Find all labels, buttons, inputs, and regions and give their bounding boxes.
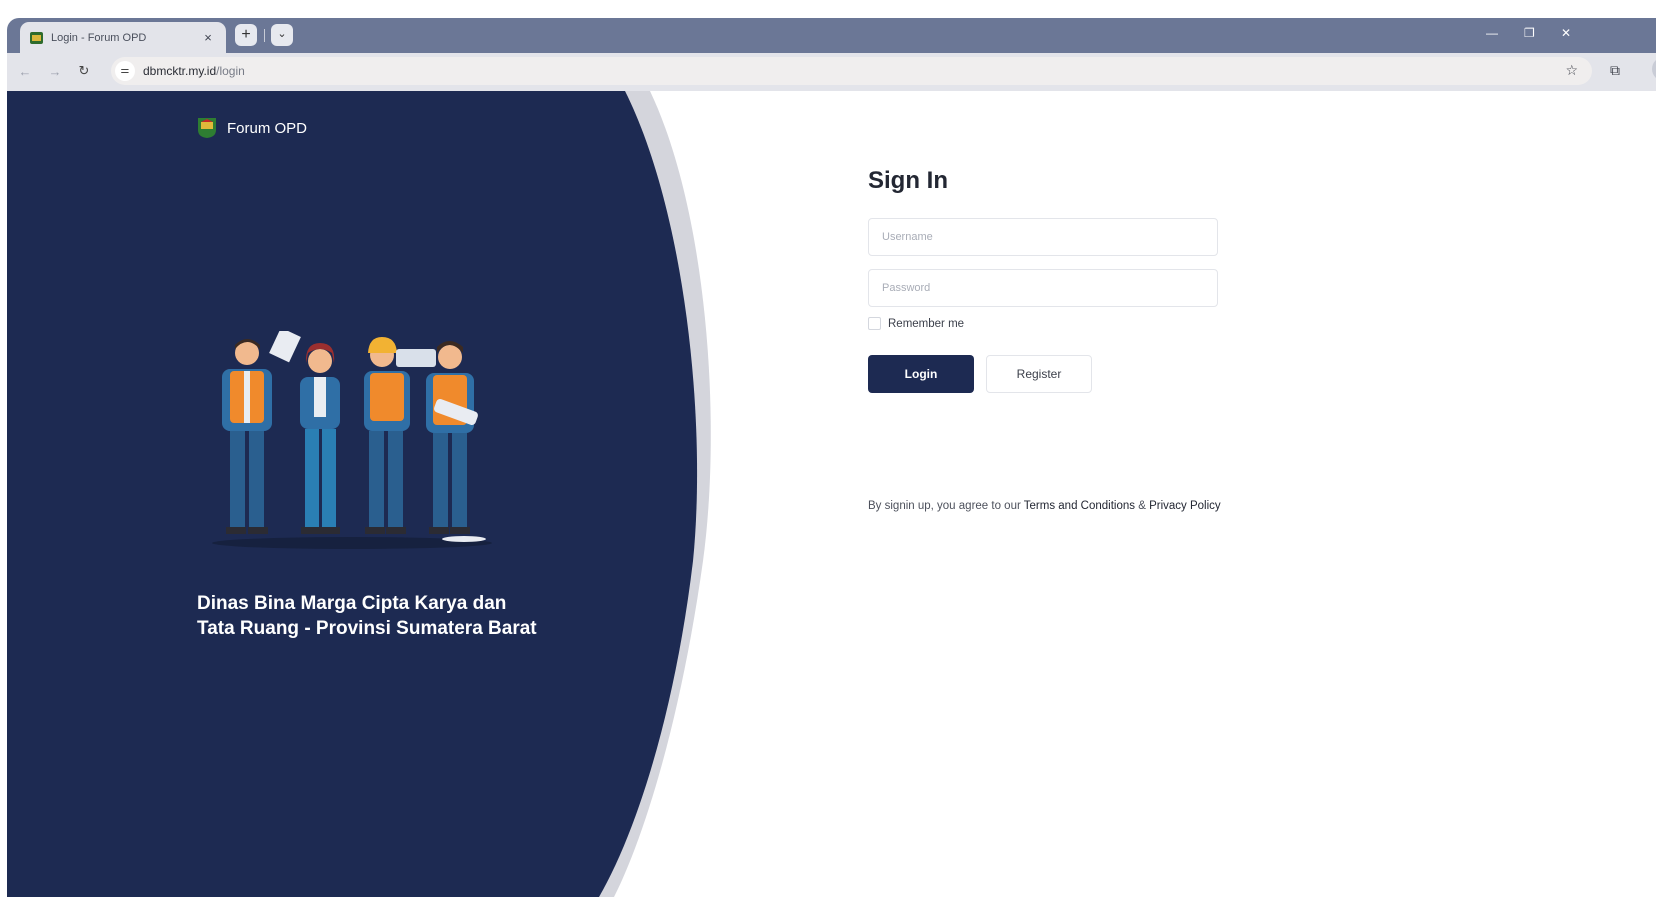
new-tab-button[interactable]: + bbox=[235, 24, 257, 46]
screenshot-frame: Login - Forum OPD × + ⌄ — ❐ ✕ ← → ↻ ⚌ db… bbox=[0, 0, 1656, 897]
forward-icon[interactable]: → bbox=[47, 64, 63, 79]
agency-name-line1: Dinas Bina Marga Cipta Karya dan bbox=[197, 593, 507, 614]
username-input[interactable] bbox=[868, 218, 1218, 256]
tab-close-icon[interactable]: × bbox=[200, 30, 216, 45]
site-info-icon[interactable]: ⚌ bbox=[115, 61, 135, 81]
signin-form: Sign In Remember me Login Register bbox=[868, 167, 1218, 393]
tab-strip: Login - Forum OPD × + ⌄ — ❐ ✕ bbox=[7, 18, 1656, 53]
browser-toolbar: ← → ↻ ⚌ dbmcktr.my.id /login ☆ bbox=[7, 53, 1656, 91]
reload-icon[interactable]: ↻ bbox=[76, 63, 92, 79]
chevron-down-icon: ⌄ bbox=[277, 28, 287, 40]
password-input[interactable] bbox=[868, 269, 1218, 307]
url-path: /login bbox=[216, 64, 245, 78]
signin-title: Sign In bbox=[868, 167, 948, 194]
page-content: Forum OPD Dinas Bina Marga Cipta Karya d… bbox=[7, 91, 1656, 897]
tab-title: Login - Forum OPD bbox=[51, 31, 147, 44]
button-row: Login Register bbox=[868, 355, 1218, 393]
remember-me: Remember me bbox=[868, 317, 1218, 330]
brand-logo-icon bbox=[198, 118, 216, 138]
minimize-icon[interactable]: — bbox=[1486, 26, 1498, 40]
url-host: dbmcktr.my.id bbox=[143, 64, 217, 78]
brand: Forum OPD bbox=[197, 117, 307, 139]
address-bar[interactable]: ⚌ dbmcktr.my.id /login ☆ bbox=[111, 57, 1592, 85]
remember-me-checkbox[interactable] bbox=[868, 317, 881, 330]
terms-prefix: By signin up, you agree to our bbox=[868, 500, 1024, 512]
remember-me-label[interactable]: Remember me bbox=[888, 318, 964, 330]
workers-illustration bbox=[212, 331, 492, 549]
terms-amp: & bbox=[1135, 500, 1150, 512]
tab-search-button[interactable]: ⌄ bbox=[271, 24, 293, 46]
browser-window: Login - Forum OPD × + ⌄ — ❐ ✕ ← → ↻ ⚌ db… bbox=[7, 18, 1656, 897]
brand-name: Forum OPD bbox=[227, 119, 308, 137]
tab-divider bbox=[264, 29, 265, 42]
terms-link[interactable]: Terms and Conditions bbox=[1024, 500, 1135, 512]
extensions-icon[interactable]: ⧉ bbox=[1610, 62, 1620, 79]
terms-notice: By signin up, you agree to our Terms and… bbox=[868, 500, 1221, 512]
favicon-icon bbox=[30, 31, 43, 44]
close-icon[interactable]: ✕ bbox=[1561, 26, 1571, 40]
agency-name: Dinas Bina Marga Cipta Karya dan Tata Ru… bbox=[197, 591, 597, 641]
browser-tab[interactable]: Login - Forum OPD × bbox=[20, 22, 226, 53]
back-icon[interactable]: ← bbox=[17, 64, 33, 79]
login-button[interactable]: Login bbox=[868, 355, 974, 393]
register-button[interactable]: Register bbox=[986, 355, 1092, 393]
privacy-link[interactable]: Privacy Policy bbox=[1149, 500, 1221, 512]
maximize-icon[interactable]: ❐ bbox=[1524, 26, 1535, 40]
star-icon[interactable]: ☆ bbox=[1565, 62, 1578, 79]
agency-name-line2: Tata Ruang - Provinsi Sumatera Barat bbox=[197, 618, 537, 639]
